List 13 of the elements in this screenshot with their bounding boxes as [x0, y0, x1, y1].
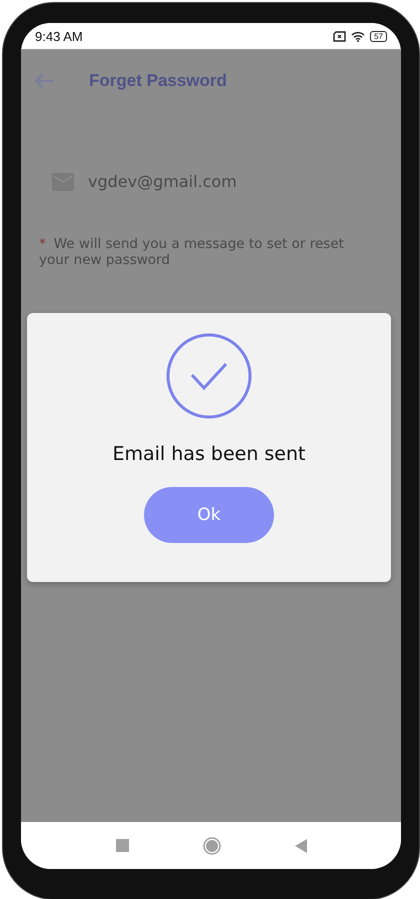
info-note: * We will send you a message to set or reset your new password	[39, 236, 345, 268]
back-icon[interactable]	[294, 838, 306, 852]
check-circle-icon	[166, 333, 252, 419]
page-title: Forget Password	[89, 71, 227, 91]
recents-icon[interactable]	[116, 839, 128, 852]
email-field[interactable]: vgdev@gmail.com	[88, 172, 237, 191]
dialog-message: Email has been sent	[112, 443, 306, 465]
status-time: 9:43 AM	[35, 28, 83, 44]
wifi-icon	[351, 30, 366, 42]
sim-icon	[333, 30, 346, 42]
ok-button[interactable]: Ok	[144, 487, 274, 543]
battery-level: 57	[370, 30, 387, 42]
home-icon[interactable]	[202, 836, 220, 854]
